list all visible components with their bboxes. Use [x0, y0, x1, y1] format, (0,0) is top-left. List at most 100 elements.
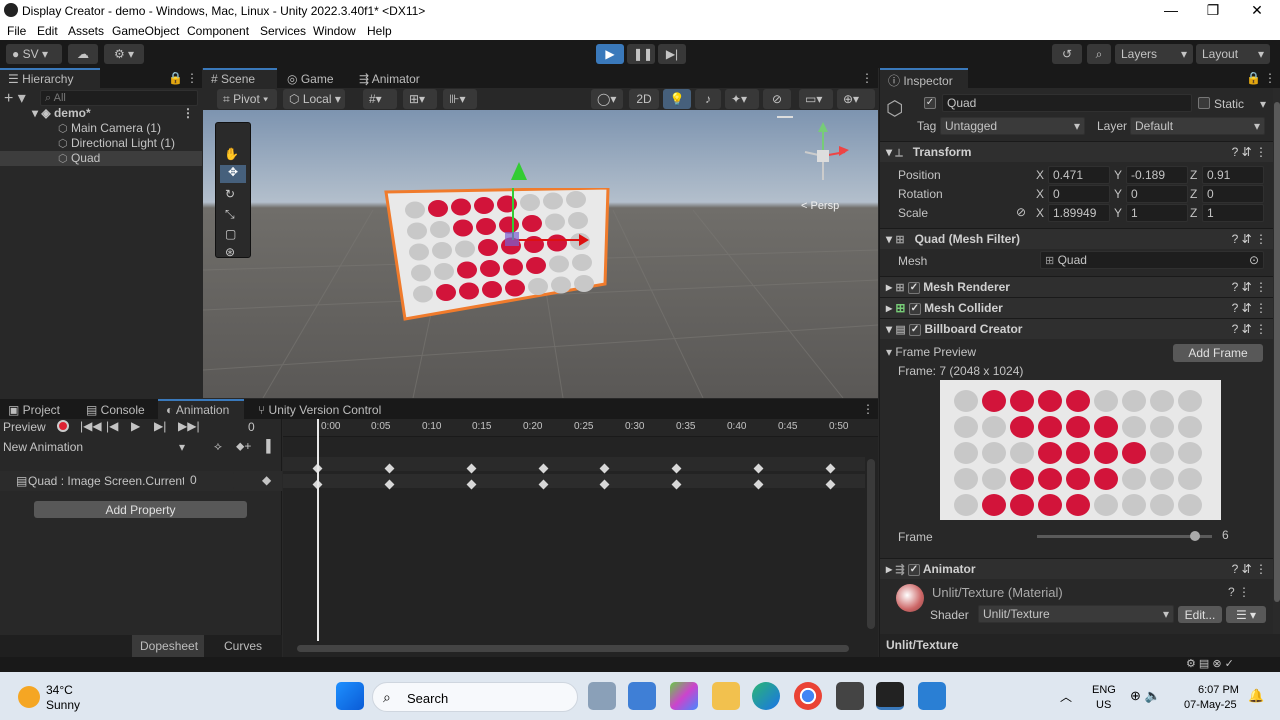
- property-value-field[interactable]: 0: [186, 472, 234, 489]
- frame-slider[interactable]: [1037, 531, 1212, 541]
- status-icons[interactable]: ⚙ ▤ ⊗ ✓: [1186, 657, 1234, 670]
- pause-button[interactable]: ❚❚: [627, 44, 655, 64]
- rotate-tool-icon[interactable]: ↻: [225, 187, 235, 201]
- hierarchy-item-directional-light[interactable]: ⬡ Directional Light (1): [0, 136, 202, 151]
- quad-billboard[interactable]: [383, 188, 613, 328]
- edit-shader-button[interactable]: Edit...: [1178, 606, 1222, 623]
- effects-toggle[interactable]: ✦▾: [725, 89, 759, 109]
- key-diamond-icon[interactable]: ◆: [262, 473, 271, 487]
- move-tool-icon[interactable]: ✥: [220, 165, 246, 183]
- keyframe-diamond[interactable]: [538, 479, 549, 490]
- increment-toggle[interactable]: ⊪▾: [443, 89, 477, 109]
- language-secondary[interactable]: US: [1096, 699, 1111, 711]
- event-marker-icon[interactable]: ▐: [262, 439, 271, 453]
- material-menu-icon[interactable]: ? ⋮: [1228, 585, 1250, 599]
- mesh-filter-header[interactable]: ▾ ⊞ Quad (Mesh Filter)? ⇵ ⋮: [880, 228, 1273, 249]
- tab-scene[interactable]: # Scene: [203, 68, 277, 88]
- copilot-icon[interactable]: [670, 682, 698, 710]
- link-scale-icon[interactable]: ⊘: [1016, 205, 1026, 219]
- inspector-scrollbar[interactable]: [1273, 88, 1280, 634]
- edge-icon[interactable]: [752, 682, 780, 710]
- keyframe-diamond[interactable]: [825, 463, 836, 474]
- billboard-checkbox[interactable]: ✓: [909, 323, 922, 336]
- lock-icon[interactable]: 🔒: [168, 71, 183, 85]
- visibility-toggle[interactable]: ⊘: [763, 89, 791, 109]
- shader-options-icon[interactable]: ☰ ▾: [1226, 606, 1266, 623]
- account-button[interactable]: ● SV ▾: [6, 44, 62, 64]
- notification-icon[interactable]: 🔔: [1248, 688, 1264, 704]
- local-dropdown[interactable]: ⬡ Local ▾: [283, 89, 345, 109]
- menu-gameobject[interactable]: GameObject: [112, 24, 179, 38]
- next-keyframe-icon[interactable]: ▶|: [154, 419, 166, 433]
- prev-keyframe-icon[interactable]: |◀: [106, 419, 118, 433]
- tab-game[interactable]: ◎ Game: [279, 68, 342, 88]
- camera-dropdown[interactable]: ▭▾: [799, 89, 833, 109]
- vertical-scrollbar[interactable]: [867, 459, 875, 629]
- snap-toggle[interactable]: ⊞▾: [403, 89, 437, 109]
- animator-checkbox[interactable]: ✓: [907, 563, 920, 576]
- layout-dropdown[interactable]: Layout ▾: [1196, 44, 1270, 64]
- cloud-button[interactable]: ☁: [68, 44, 98, 64]
- clip-dropdown[interactable]: New Animation ▾: [3, 440, 189, 454]
- orientation-gizmo[interactable]: [793, 118, 853, 188]
- keyframe-diamond[interactable]: [599, 479, 610, 490]
- timeline-area[interactable]: 0:00 0:05 0:10 0:15 0:20 0:25 0:30 0:35 …: [283, 419, 878, 657]
- horizontal-scrollbar[interactable]: [297, 645, 849, 652]
- play-anim-icon[interactable]: ▶: [131, 419, 140, 433]
- lock-icon[interactable]: 🔒: [1246, 71, 1261, 85]
- clock-date[interactable]: 07-May-25: [1184, 699, 1237, 711]
- menu-window[interactable]: Window: [313, 24, 356, 38]
- keyframe-diamond[interactable]: [384, 463, 395, 474]
- frame-number-field[interactable]: 0: [248, 420, 255, 434]
- scale-y-field[interactable]: 1: [1126, 204, 1188, 222]
- taskbar-search[interactable]: ⌕ Search: [372, 682, 578, 712]
- hierarchy-item-main-camera[interactable]: ⬡ Main Camera (1): [0, 121, 202, 136]
- vscode-icon[interactable]: [918, 682, 946, 710]
- store-icon[interactable]: [628, 682, 656, 710]
- billboard-header[interactable]: ▾ ▤ ✓ Billboard Creator? ⇵ ⋮: [880, 318, 1273, 339]
- gizmos-dropdown[interactable]: ⊕▾: [837, 89, 875, 109]
- position-x-field[interactable]: 0.471: [1048, 166, 1110, 184]
- hierarchy-item-quad[interactable]: ⬡ Quad: [0, 151, 202, 166]
- menu-component[interactable]: Component: [187, 24, 249, 38]
- file-explorer-icon[interactable]: [712, 682, 740, 710]
- more-menu-icon[interactable]: ⋮: [1264, 71, 1276, 85]
- play-button[interactable]: ▶: [596, 44, 624, 64]
- search-button[interactable]: ⌕: [1087, 44, 1111, 64]
- rotation-z-field[interactable]: 0: [1202, 185, 1264, 203]
- overlay-menu-icon[interactable]: [777, 116, 793, 118]
- keyframe-diamond[interactable]: [538, 463, 549, 474]
- last-keyframe-icon[interactable]: ▶▶|: [178, 419, 200, 433]
- keyframe-diamond[interactable]: [753, 479, 764, 490]
- maximize-button[interactable]: ❐: [1198, 2, 1228, 19]
- scale-tool-icon[interactable]: ⤡: [225, 207, 235, 222]
- add-frame-button[interactable]: Add Frame: [1173, 344, 1263, 362]
- property-row[interactable]: ▤ Quad : Image Screen.Current I 0 ◆: [0, 471, 282, 491]
- tab-animation[interactable]: ◐ Animation: [158, 399, 244, 419]
- plane-handle[interactable]: [505, 232, 519, 246]
- menu-help[interactable]: Help: [367, 24, 392, 38]
- language-primary[interactable]: ENG: [1092, 684, 1116, 696]
- add-property-button[interactable]: Add Property: [34, 501, 247, 518]
- keyframe-diamond[interactable]: [599, 463, 610, 474]
- tab-project[interactable]: ▣ Project: [0, 399, 68, 419]
- task-view-icon[interactable]: [588, 682, 616, 710]
- shader-dropdown[interactable]: Unlit/Texture ▾: [978, 605, 1174, 623]
- menu-edit[interactable]: Edit: [37, 24, 58, 38]
- menu-services[interactable]: Services: [260, 24, 306, 38]
- keyframe-diamond[interactable]: [466, 463, 477, 474]
- start-icon[interactable]: [336, 682, 364, 710]
- position-z-field[interactable]: 0.91: [1202, 166, 1264, 184]
- network-volume-icon[interactable]: ⊕ 🔈: [1130, 688, 1161, 704]
- mesh-renderer-checkbox[interactable]: ✓: [907, 281, 920, 294]
- scale-x-field[interactable]: 1.89949: [1048, 204, 1110, 222]
- transform-header[interactable]: ▾ ⟂ Transform? ⇵ ⋮: [880, 141, 1273, 162]
- scene-root-item[interactable]: ▾ ◈ demo* ⋮: [0, 106, 202, 121]
- lighting-toggle[interactable]: 💡: [663, 89, 691, 109]
- static-dropdown-icon[interactable]: ▾: [1260, 97, 1266, 111]
- rect-tool-icon[interactable]: ▢: [225, 227, 236, 241]
- transform-tool-icon[interactable]: ⊛: [225, 245, 235, 259]
- history-button[interactable]: ↺: [1052, 44, 1082, 64]
- mesh-field[interactable]: ⊞ Quad ⊙: [1040, 251, 1264, 269]
- menu-file[interactable]: File: [7, 24, 26, 38]
